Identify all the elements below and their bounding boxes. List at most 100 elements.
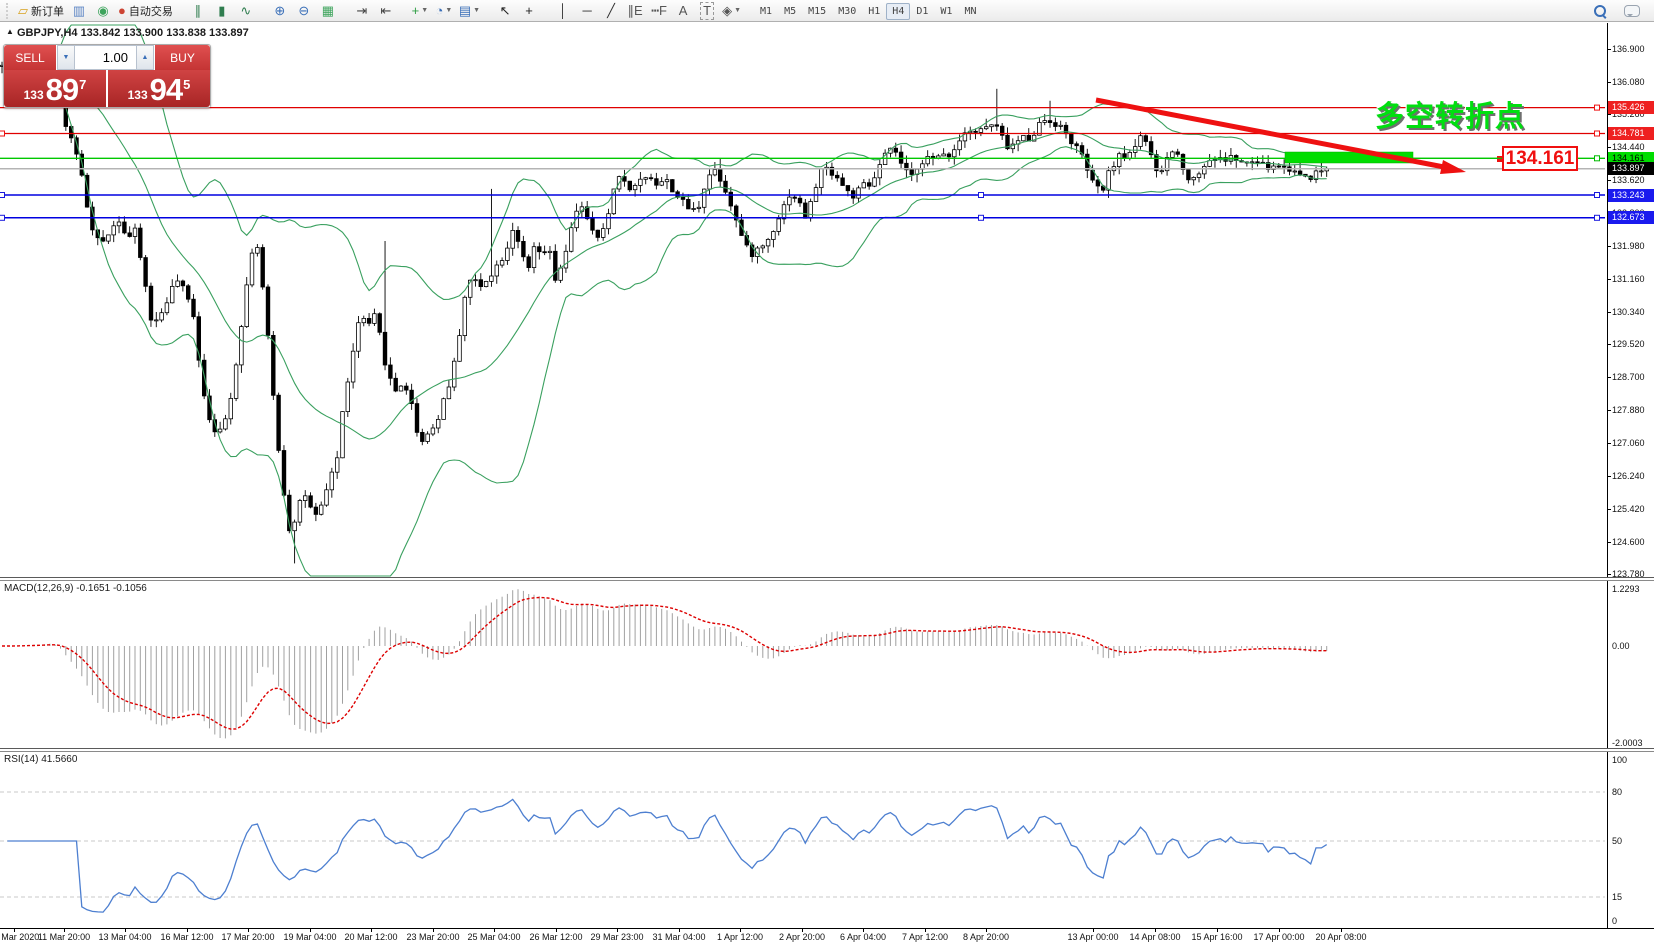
price-tick-mark xyxy=(1607,509,1611,510)
time-tick-label: 8 Apr 20:00 xyxy=(946,932,1026,942)
sell-price-pip: 7 xyxy=(79,70,86,100)
volume-input[interactable]: 1.00 xyxy=(75,45,136,70)
macd-pane[interactable] xyxy=(0,580,1654,748)
volume-down-button[interactable]: ▼ xyxy=(57,45,75,70)
symbol-ohlc-line: ▲ GBPJPY,H4 133.842 133.900 133.838 133.… xyxy=(6,27,249,39)
price-level-badge: 135.426 xyxy=(1608,101,1654,114)
price-tick-label: 133.620 xyxy=(1612,175,1654,185)
price-tick-mark xyxy=(1607,279,1611,280)
macd-axis-label: 1.2293 xyxy=(1612,584,1654,594)
trendline-button[interactable]: ╱ xyxy=(599,2,623,20)
timeframe-MN[interactable]: MN xyxy=(958,3,982,20)
price-level-badge: 134.781 xyxy=(1608,127,1654,140)
price-tick-label: 128.700 xyxy=(1612,372,1654,382)
price-tick-mark xyxy=(1607,443,1611,444)
price-tick-label: 136.080 xyxy=(1612,77,1654,87)
sell-price-big: 89 xyxy=(46,74,78,105)
rsi-label: RSI(14) 41.5660 xyxy=(4,754,77,765)
rsi-axis-label: 80 xyxy=(1612,787,1654,797)
search-icon[interactable] xyxy=(1588,2,1612,20)
rsi-axis-label: 100 xyxy=(1612,755,1654,765)
timeframe-H4[interactable]: H4 xyxy=(886,3,910,20)
price-tick-mark xyxy=(1607,114,1611,115)
price-tick-mark xyxy=(1607,410,1611,411)
charts-window-button[interactable]: ▥ xyxy=(67,2,91,20)
timeframe-M5[interactable]: M5 xyxy=(778,3,802,20)
sell-price[interactable]: 133 89 7 xyxy=(4,70,106,107)
vertical-line-button[interactable]: │ xyxy=(551,2,575,20)
fibonacci-button[interactable]: ┅F xyxy=(647,2,671,20)
collapse-icon[interactable]: ▲ xyxy=(6,27,14,36)
rsi-pane[interactable] xyxy=(0,751,1654,928)
line-chart-button[interactable]: ∿ xyxy=(234,2,258,20)
text-label-button[interactable]: T xyxy=(695,2,719,20)
text-button[interactable]: A xyxy=(671,2,695,20)
rsi-axis-label: 50 xyxy=(1612,836,1654,846)
buy-button[interactable]: BUY xyxy=(155,45,210,70)
timeframe-M30[interactable]: M30 xyxy=(832,3,862,20)
volume-up-button[interactable]: ▲ xyxy=(136,45,154,70)
shapes-button[interactable]: ◈▼ xyxy=(719,2,744,20)
price-tick-label: 134.440 xyxy=(1612,142,1654,152)
autotrading-button[interactable]: ●自动交易 xyxy=(115,2,176,20)
mt4-window: ▱新订单▥◉●自动交易 ∥▮∿ ⊕⊖▦ ⇥⇤ +▼◔▼▤▼ ↖+ │─╱∥E┅FAT◈▼ M… xyxy=(0,0,1654,948)
price-tick-mark xyxy=(1607,574,1611,575)
chat-icon[interactable] xyxy=(1620,2,1644,20)
price-tick-mark xyxy=(1607,312,1611,313)
price-tick-label: 127.880 xyxy=(1612,405,1654,415)
cn-annotation-text[interactable]: 多空转折点 xyxy=(1375,93,1541,135)
time-tick-label: 20 Apr 08:00 xyxy=(1301,932,1381,942)
price-level-badge: 133.243 xyxy=(1608,189,1654,202)
price-callout-box[interactable]: 134.161 xyxy=(1502,146,1578,171)
pane-splitter-2[interactable] xyxy=(0,748,1654,752)
price-tick-label: 131.980 xyxy=(1612,241,1654,251)
timeframe-D1[interactable]: D1 xyxy=(910,3,934,20)
price-tick-mark xyxy=(1607,476,1611,477)
periods-button[interactable]: ◔▼ xyxy=(432,2,456,20)
zoom-in-button[interactable]: ⊕ xyxy=(268,2,292,20)
macd-label: MACD(12,26,9) -0.1651 -0.1056 xyxy=(4,583,147,594)
cursor-button[interactable]: ↖ xyxy=(493,2,517,20)
chart-shift-button[interactable]: ⇤ xyxy=(374,2,398,20)
price-level-badge: 132.673 xyxy=(1608,211,1654,224)
price-tick-mark xyxy=(1607,147,1611,148)
price-tick-mark xyxy=(1607,377,1611,378)
timeframe-W1[interactable]: W1 xyxy=(934,3,958,20)
timeframe-M15[interactable]: M15 xyxy=(802,3,832,20)
timeframe-H1[interactable]: H1 xyxy=(862,3,886,20)
price-tick-label: 131.160 xyxy=(1612,274,1654,284)
sell-button[interactable]: SELL xyxy=(4,45,56,70)
price-tick-label: 125.420 xyxy=(1612,504,1654,514)
price-level-badge: 133.897 xyxy=(1608,162,1654,175)
buy-price-figure: 133 xyxy=(128,85,148,105)
toolbar-grip[interactable] xyxy=(6,3,12,19)
zoom-out-button[interactable]: ⊖ xyxy=(292,2,316,20)
price-tick-mark xyxy=(1607,82,1611,83)
price-tick-label: 127.060 xyxy=(1612,438,1654,448)
price-tick-label: 136.900 xyxy=(1612,44,1654,54)
timeframe-M1[interactable]: M1 xyxy=(754,3,778,20)
market-watch-button[interactable]: ◉ xyxy=(91,2,115,20)
horizontal-line-button[interactable]: ─ xyxy=(575,2,599,20)
buy-price-pip: 5 xyxy=(183,70,190,100)
buy-price[interactable]: 133 94 5 xyxy=(108,70,210,107)
candle-chart-button[interactable]: ▮ xyxy=(210,2,234,20)
macd-axis-label: 0.00 xyxy=(1612,641,1654,651)
sell-price-figure: 133 xyxy=(24,85,44,105)
price-tick-mark xyxy=(1607,246,1611,247)
price-tick-mark xyxy=(1607,49,1611,50)
crosshair-button[interactable]: + xyxy=(517,2,541,20)
tile-windows-button[interactable]: ▦ xyxy=(316,2,340,20)
one-click-trading-panel: SELL ▼ 1.00 ▲ BUY 133 89 7 133 94 5 xyxy=(3,44,211,108)
templates-button[interactable]: ▤▼ xyxy=(456,2,483,20)
indicators-button[interactable]: +▼ xyxy=(408,2,432,20)
channel-button[interactable]: ∥E xyxy=(623,2,647,20)
pane-splitter-1[interactable] xyxy=(0,577,1654,581)
price-tick-label: 126.240 xyxy=(1612,471,1654,481)
bar-chart-button[interactable]: ∥ xyxy=(186,2,210,20)
auto-scroll-button[interactable]: ⇥ xyxy=(350,2,374,20)
price-tick-mark xyxy=(1607,542,1611,543)
rsi-axis-label: 0 xyxy=(1612,916,1654,926)
new-order-button[interactable]: ▱新订单 xyxy=(15,2,67,20)
rsi-axis-label: 15 xyxy=(1612,892,1654,902)
